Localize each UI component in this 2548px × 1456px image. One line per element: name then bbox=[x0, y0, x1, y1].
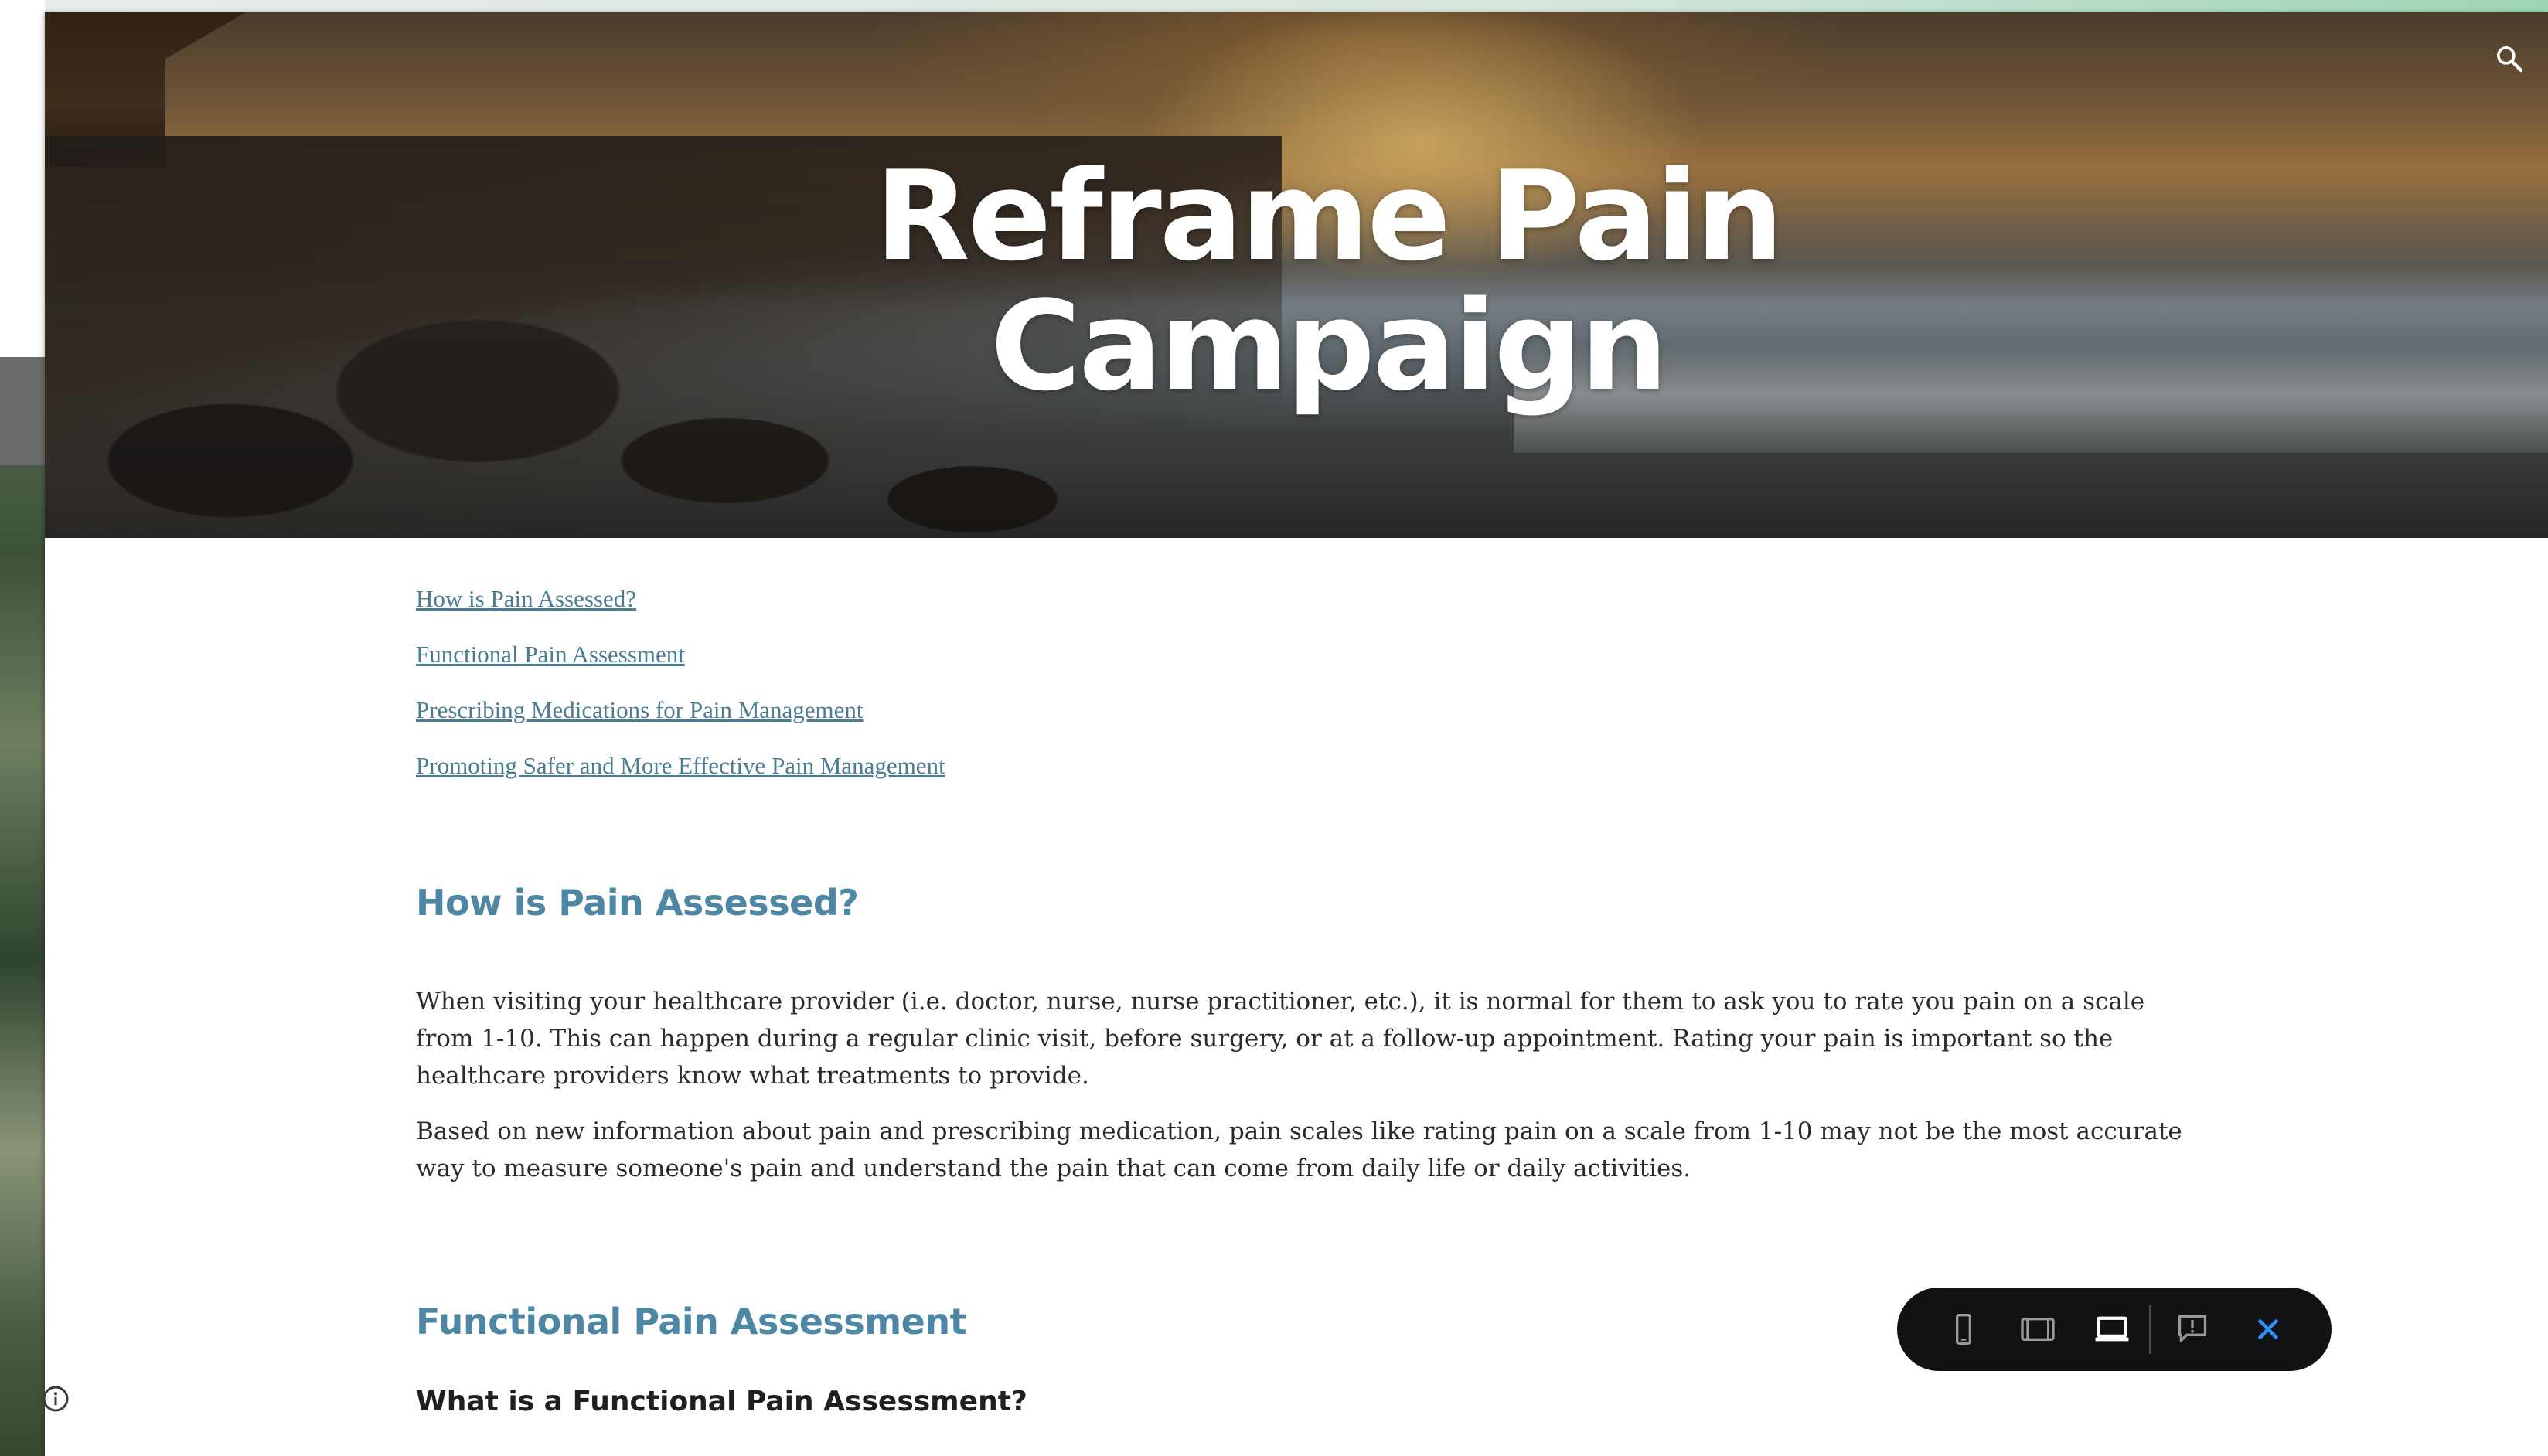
search-icon bbox=[2497, 46, 2523, 73]
toc-link-prescribing-medications[interactable]: Prescribing Medications for Pain Managem… bbox=[416, 696, 945, 725]
section-heading-functional-assessment: Functional Pain Assessment bbox=[416, 1301, 967, 1342]
tablet-icon bbox=[2021, 1318, 2055, 1341]
site-preview-page: Reframe Pain Campaign How is Pain Assess… bbox=[45, 12, 2548, 1456]
search-button[interactable] bbox=[2486, 36, 2533, 82]
preview-tablet-button[interactable] bbox=[2015, 1306, 2061, 1352]
preview-toolbar bbox=[1897, 1288, 2332, 1371]
background-image bbox=[0, 357, 45, 1456]
preview-laptop-button[interactable] bbox=[2089, 1306, 2135, 1352]
toc-link-safer-pain-management[interactable]: Promoting Safer and More Effective Pain … bbox=[416, 751, 945, 781]
preview-close-button[interactable] bbox=[2245, 1306, 2291, 1352]
background-gray-panel bbox=[0, 357, 45, 465]
hero-banner: Reframe Pain Campaign bbox=[45, 12, 2548, 538]
toolbar-divider bbox=[2149, 1305, 2151, 1354]
preview-feedback-button[interactable] bbox=[2169, 1306, 2216, 1352]
feedback-icon bbox=[2178, 1315, 2207, 1342]
table-of-contents: How is Pain Assessed? Functional Pain As… bbox=[416, 584, 945, 807]
toc-link-functional-assessment[interactable]: Functional Pain Assessment bbox=[416, 640, 945, 669]
section-paragraph: Based on new information about pain and … bbox=[416, 1118, 2182, 1182]
section-subheading: What is a Functional Pain Assessment? bbox=[416, 1386, 1027, 1417]
background-site-strip bbox=[0, 0, 45, 1456]
info-icon bbox=[43, 1386, 69, 1412]
toc-link-pain-assessed[interactable]: How is Pain Assessed? bbox=[416, 584, 945, 614]
site-info-button[interactable] bbox=[39, 1382, 73, 1416]
background-top-panel bbox=[0, 0, 45, 357]
page-title: Reframe Pain Campaign bbox=[874, 144, 1784, 418]
close-icon bbox=[2258, 1319, 2278, 1339]
background-top-strip bbox=[45, 0, 2548, 12]
laptop-icon bbox=[2095, 1316, 2129, 1342]
section-heading-pain-assessed: How is Pain Assessed? bbox=[416, 882, 859, 924]
preview-phone-button[interactable] bbox=[1940, 1306, 1987, 1352]
phone-icon bbox=[1956, 1314, 1971, 1345]
section-paragraph: When visiting your healthcare provider (… bbox=[416, 988, 2145, 1090]
